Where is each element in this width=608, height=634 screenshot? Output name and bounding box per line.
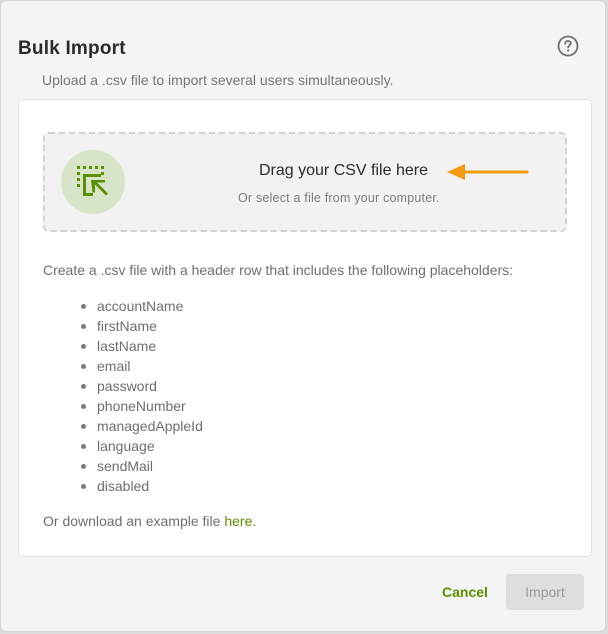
- import-panel: Drag your CSV file here Or select a file…: [18, 99, 592, 557]
- dialog-title: Bulk Import: [18, 38, 126, 59]
- dialog-subtitle: Upload a .csv file to import several use…: [42, 72, 394, 88]
- list-item: sendMail: [43, 456, 203, 476]
- select-file-cursor-icon: [61, 150, 125, 214]
- download-example-line: Or download an example file here.: [43, 513, 256, 529]
- left-arrow-icon: [445, 161, 529, 188]
- dropzone-subtitle: Or select a file from your computer.: [238, 191, 440, 205]
- list-item: disabled: [43, 476, 203, 496]
- list-item: lastName: [43, 336, 203, 356]
- list-item: managedAppleId: [43, 416, 203, 436]
- placeholder-list: accountName firstName lastName email pas…: [43, 296, 203, 496]
- cancel-button[interactable]: Cancel: [434, 575, 496, 609]
- list-item: language: [43, 436, 203, 456]
- list-item: accountName: [43, 296, 203, 316]
- download-example-link[interactable]: here.: [224, 513, 256, 529]
- question-circle-icon[interactable]: [557, 35, 579, 57]
- instructions-text: Create a .csv file with a header row tha…: [43, 262, 514, 278]
- bulk-import-dialog: Bulk Import Upload a .csv file to import…: [0, 0, 606, 632]
- list-item: password: [43, 376, 203, 396]
- list-item: phoneNumber: [43, 396, 203, 416]
- download-prefix: Or download an example file: [43, 513, 225, 529]
- list-item: firstName: [43, 316, 203, 336]
- import-button[interactable]: Import: [506, 574, 584, 610]
- list-item: email: [43, 356, 203, 376]
- dropzone-title: Drag your CSV file here: [259, 162, 428, 179]
- csv-dropzone[interactable]: Drag your CSV file here Or select a file…: [43, 132, 567, 232]
